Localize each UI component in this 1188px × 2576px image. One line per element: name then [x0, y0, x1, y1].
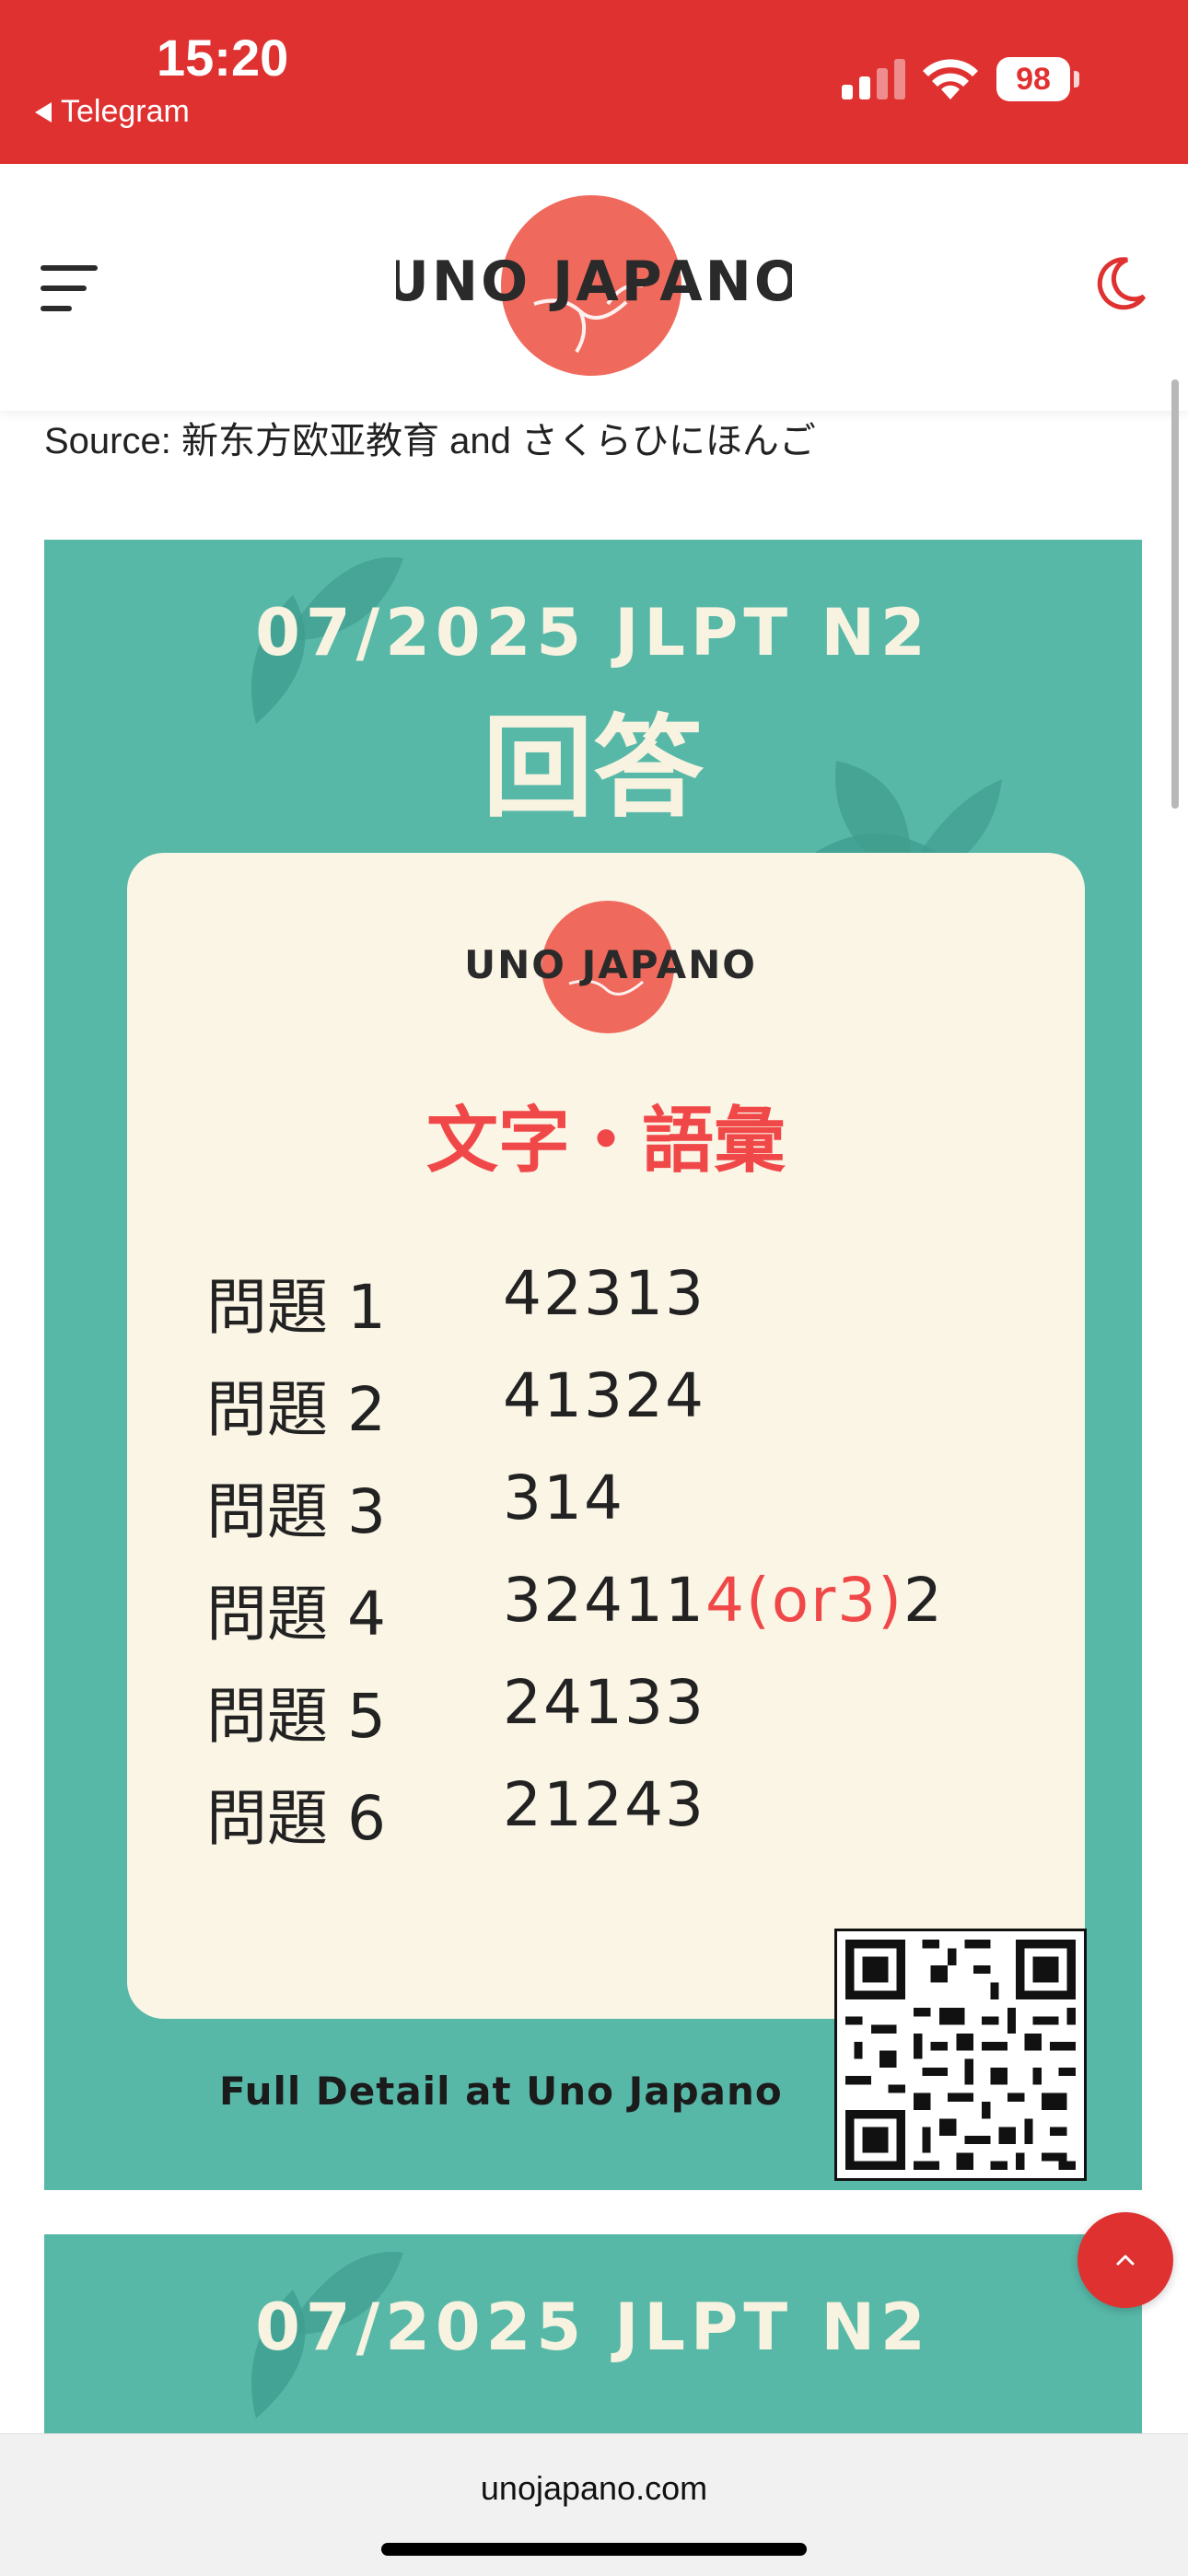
uno-japano-logo: UNO JAPANO	[468, 901, 753, 1033]
card-title: 07/2025 JLPT N2	[255, 595, 931, 670]
back-arrow-icon	[35, 101, 52, 122]
section-title: 文字・語彙	[425, 1100, 786, 1183]
cellular-signal-icon	[842, 59, 905, 99]
answer-card-image[interactable]: 07/2025 JLPT N2 回答 UNO JAPANO 文字・語彙 問題 1…	[44, 540, 1142, 2190]
answer-value: 21243	[503, 1769, 705, 1840]
question-label: 問題 5	[206, 1681, 386, 1752]
answer-value: 314	[503, 1463, 624, 1533]
status-time: 15:20	[157, 29, 289, 87]
scroll-to-top-button[interactable]	[1077, 2212, 1173, 2308]
question-label: 問題 2	[206, 1374, 386, 1445]
logo-text: UNO JAPANO	[396, 250, 792, 314]
answer-card-image-2[interactable]: 07/2025 JLPT N2	[44, 2234, 1142, 2433]
panel-logo-text: UNO JAPANO	[468, 942, 753, 987]
moon-icon[interactable]	[1092, 256, 1147, 311]
answer-panel: UNO JAPANO 文字・語彙 問題 1 42313 問題 2 41324 問…	[127, 853, 1085, 2019]
question-label: 問題 1	[206, 1272, 386, 1343]
back-app-label: Telegram	[61, 94, 190, 129]
question-label: 問題 6	[206, 1783, 386, 1854]
wifi-icon	[923, 59, 978, 99]
source-text: Source: 新东方欧亚教育 and さくらひにほんご	[44, 421, 816, 461]
hamburger-menu-icon[interactable]	[41, 265, 98, 311]
alternative-answer: 4(or3)	[705, 1565, 903, 1636]
answer-value: 24133	[503, 1667, 705, 1738]
answer-value: 41324	[503, 1360, 705, 1431]
battery-icon: 98	[996, 57, 1079, 101]
question-label: 問題 4	[206, 1579, 386, 1649]
chevron-up-icon	[1116, 2255, 1135, 2266]
qr-code-icon	[834, 1929, 1087, 2181]
browser-bottom-bar: unojapano.com	[0, 2433, 1188, 2576]
article-content: Source: 新东方欧亚教育 and さくらひにほんご 07/2025 JLP…	[0, 411, 1188, 2433]
address-bar-url[interactable]: unojapano.com	[0, 2469, 1188, 2508]
answer-value: 42313	[503, 1258, 705, 1329]
site-header: UNO JAPANO	[0, 164, 1188, 411]
card-footer-text: Full Detail at Uno Japano	[219, 2069, 783, 2114]
uno-japano-logo[interactable]: UNO JAPANO	[396, 193, 792, 378]
card-title: 07/2025 JLPT N2	[255, 2290, 931, 2365]
back-to-telegram[interactable]: Telegram	[35, 94, 190, 130]
status-bar: 15:20 Telegram 98	[0, 0, 1188, 164]
card-kanji-title: 回答	[483, 705, 704, 833]
question-label: 問題 3	[206, 1476, 386, 1547]
battery-level: 98	[996, 57, 1070, 101]
scrollbar-thumb[interactable]	[1171, 379, 1179, 809]
answer-value: 324114(or3)2	[503, 1565, 944, 1636]
home-indicator[interactable]	[381, 2543, 807, 2556]
